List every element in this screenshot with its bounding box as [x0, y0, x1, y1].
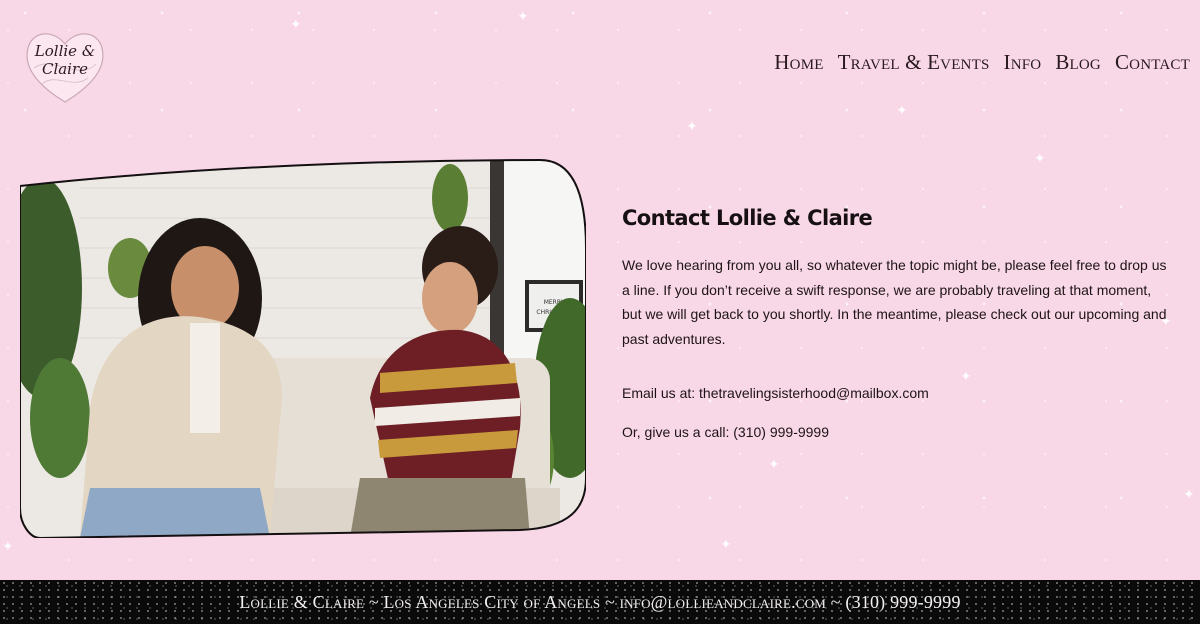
site-logo[interactable]: Lollie & Claire	[22, 24, 108, 106]
logo-text-line2: Claire	[41, 60, 89, 78]
sparkle-icon: ✦	[720, 537, 732, 553]
nav-info[interactable]: Info	[1004, 50, 1042, 75]
sparkle-icon: ✦	[686, 119, 698, 135]
page-title: Contact Lollie & Claire	[622, 206, 873, 230]
sparkle-icon: ✦	[1183, 487, 1195, 503]
nav-blog[interactable]: Blog	[1055, 50, 1101, 75]
sparkle-icon: ✦	[768, 457, 780, 473]
logo-text-line1: Lollie &	[34, 42, 96, 60]
sparkle-icon: ✦	[1034, 151, 1046, 167]
sparkle-icon: ✦	[2, 539, 14, 555]
contact-photo: MERRY CHRISTMAS	[20, 158, 586, 538]
footer-text: Lollie & Claire ~ Los Angeles City of An…	[239, 592, 961, 612]
nav-travel-events[interactable]: Travel & Events	[838, 50, 990, 75]
site-footer: Lollie & Claire ~ Los Angeles City of An…	[0, 580, 1200, 624]
phone-line[interactable]: Or, give us a call: (310) 999-9999	[622, 420, 1170, 445]
main-nav: Home Travel & Events Info Blog Contact	[774, 50, 1190, 75]
email-line[interactable]: Email us at: thetravelingsisterhood@mail…	[622, 381, 1170, 406]
contact-section: Contact Lollie & Claire We love hearing …	[622, 203, 1170, 444]
contact-intro: We love hearing from you all, so whateve…	[622, 257, 1167, 347]
logo-text: Lollie & Claire	[22, 42, 108, 78]
sparkle-icon: ✦	[896, 103, 908, 119]
photo-illustration: MERRY CHRISTMAS	[20, 158, 586, 538]
sparkle-icon: ✦	[517, 9, 529, 25]
sparkle-icon: ✦	[290, 17, 302, 33]
nav-contact[interactable]: Contact	[1115, 50, 1190, 75]
nav-home[interactable]: Home	[774, 50, 823, 75]
